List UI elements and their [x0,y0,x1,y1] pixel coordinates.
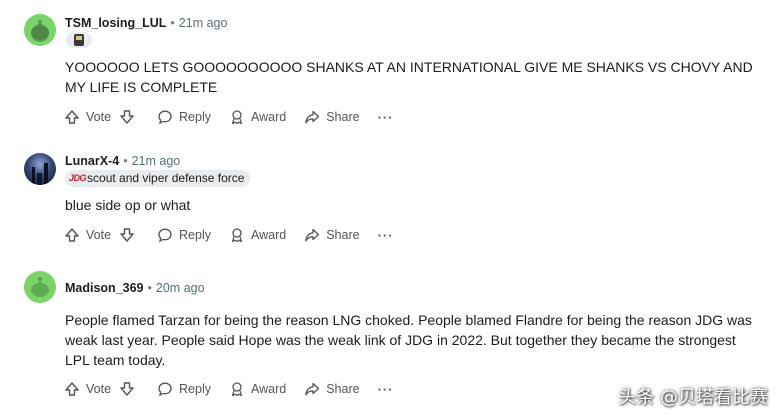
award-button[interactable]: Award [229,227,286,243]
separator-dot: • [147,281,152,295]
downvote-icon[interactable] [119,109,135,125]
award-icon [231,228,243,243]
watermark: 头条 @贝塔看比赛 [618,387,768,408]
more-options-button[interactable]: ··· [378,110,394,125]
award-label: Award [251,110,287,124]
share-icon [305,110,320,124]
avatar[interactable] [24,14,56,46]
username[interactable]: LunarX-4 [65,154,119,168]
flair-badge-icon [66,32,92,48]
share-icon [305,382,320,396]
more-options-button[interactable]: ··· [378,228,394,243]
award-icon [231,110,243,125]
space-avatar-icon [32,163,48,185]
award-button[interactable]: Award [229,109,286,125]
reply-button[interactable]: Reply [157,227,211,243]
upvote-icon[interactable] [64,109,80,125]
timestamp: 20m ago [155,281,205,295]
comment-actions: Vote Reply Award Share ··· [64,225,394,245]
reply-label: Reply [179,228,211,242]
share-label: Share [326,110,360,124]
snoo-icon [31,277,49,297]
vote-label: Vote [86,228,112,242]
username[interactable]: TSM_losing_LUL [65,16,166,30]
timestamp: 21m ago [178,16,228,30]
more-options-button[interactable]: ··· [378,382,394,397]
flair-text: scout and viper defense force [87,171,245,185]
upvote-icon[interactable] [64,227,80,243]
downvote-icon[interactable] [119,227,135,243]
vote-group: Vote [64,109,135,125]
reply-label: Reply [179,382,211,396]
vote-label: Vote [86,382,112,396]
reply-button[interactable]: Reply [157,381,211,397]
reply-button[interactable]: Reply [157,109,211,125]
award-label: Award [251,382,287,396]
comment-bubble-icon [158,110,172,125]
comment-body: People flamed Tarzan for being the reaso… [65,312,752,368]
snoo-icon [31,20,49,42]
award-button[interactable]: Award [229,381,286,397]
share-button[interactable]: Share [304,381,360,397]
award-label: Award [251,228,287,242]
comment-bubble-icon [158,382,172,397]
vote-group: Vote [64,381,135,397]
share-icon [305,228,320,242]
vote-group: Vote [64,227,135,243]
user-flair: JDG scout and viper defense force [65,170,251,187]
avatar[interactable] [24,271,56,303]
share-button[interactable]: Share [304,227,360,243]
comment-bubble-icon [158,228,172,243]
username[interactable]: Madison_369 [65,281,144,295]
downvote-icon[interactable] [119,381,135,397]
avatar[interactable] [24,153,56,185]
comment-body: blue side op or what [65,197,191,213]
reply-label: Reply [179,110,211,124]
award-icon [231,382,243,397]
vote-label: Vote [86,110,112,124]
share-label: Share [326,382,360,396]
separator-dot: • [123,154,128,168]
jdg-logo-icon: JDG [69,173,87,183]
comment-actions: Vote Reply Award Share ··· [64,379,394,399]
separator-dot: • [170,16,175,30]
timestamp: 21m ago [131,154,181,168]
share-label: Share [326,228,360,242]
upvote-icon[interactable] [64,381,80,397]
comment-body: YOOOOOO LETS GOOOOOOOOOO SHANKS AT AN IN… [65,59,753,95]
share-button[interactable]: Share [304,109,360,125]
comment-actions: Vote Reply Award Share ··· [64,107,394,127]
